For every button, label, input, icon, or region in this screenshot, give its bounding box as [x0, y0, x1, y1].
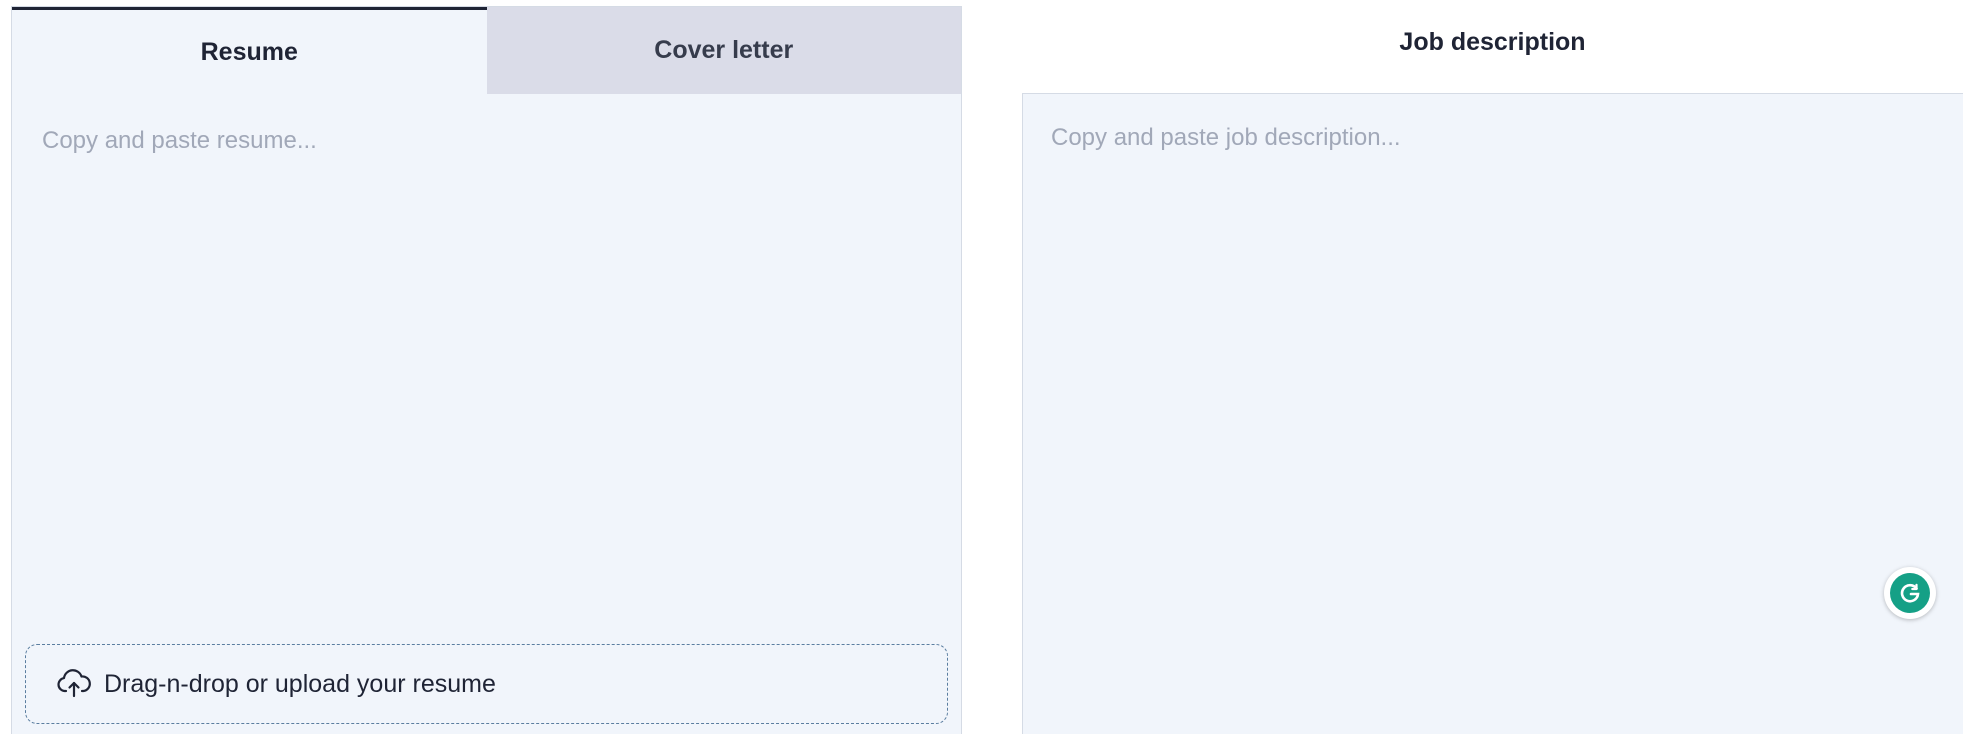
resume-input[interactable]	[12, 94, 961, 634]
job-description-panel	[1022, 93, 1963, 734]
tab-cover-letter[interactable]: Cover letter	[486, 7, 961, 94]
upload-resume-dropzone[interactable]: Drag-n-drop or upload your resume	[25, 644, 948, 724]
page: Resume Cover letter Drag-n-drop or uploa…	[0, 0, 1963, 734]
cloud-upload-icon	[56, 666, 92, 702]
document-tabs: Resume Cover letter	[12, 7, 961, 94]
grammarly-button[interactable]	[1884, 567, 1936, 619]
grammarly-icon	[1890, 573, 1930, 613]
tab-resume[interactable]: Resume	[12, 7, 487, 94]
job-description-title: Job description	[1399, 28, 1586, 56]
resume-panel: Resume Cover letter Drag-n-drop or uploa…	[11, 6, 962, 734]
job-description-input[interactable]	[1023, 94, 1963, 734]
upload-label: Drag-n-drop or upload your resume	[104, 669, 496, 698]
